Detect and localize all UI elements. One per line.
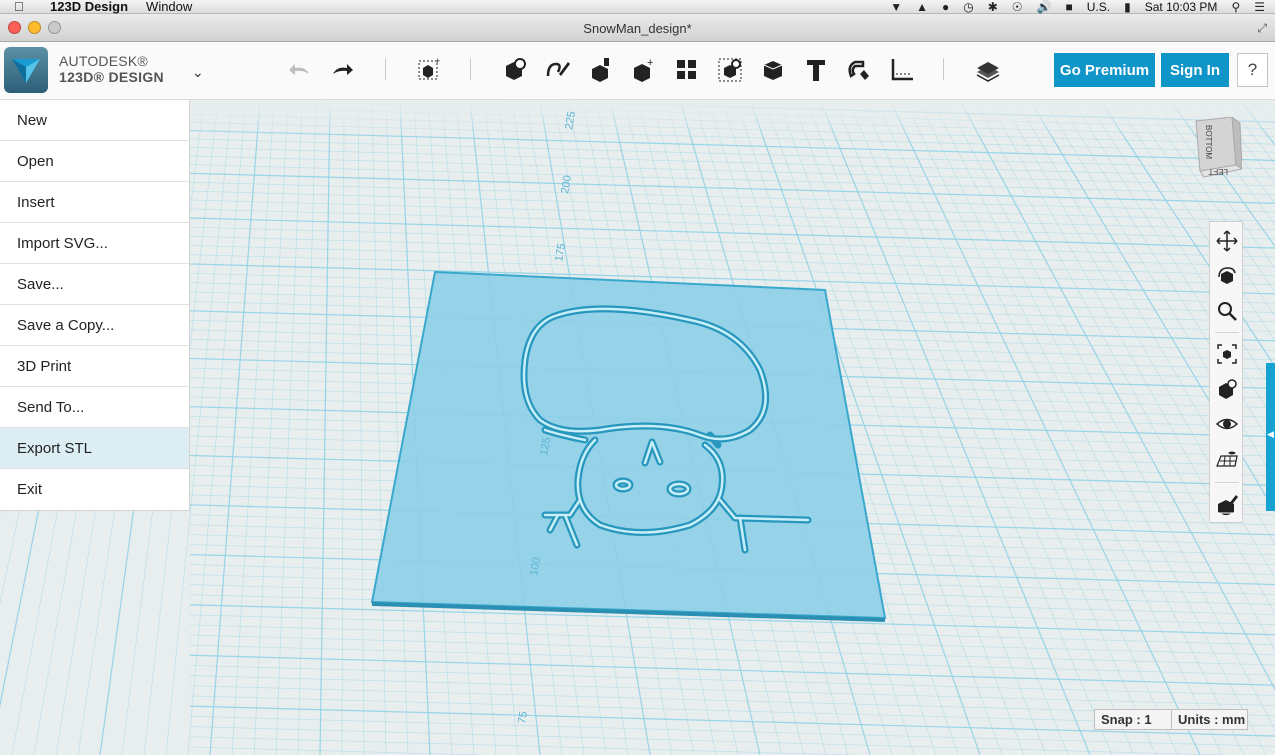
zoom-icon[interactable]	[1214, 298, 1240, 324]
navigation-bar	[1209, 221, 1243, 523]
menu-item-import-svg[interactable]: Import SVG...	[0, 223, 189, 264]
grid-label: 200	[559, 174, 574, 194]
sketch-icon[interactable]	[543, 55, 573, 85]
snap-setting[interactable]: Snap : 1	[1094, 709, 1172, 730]
spotlight-icon[interactable]: ⚲	[1231, 0, 1240, 14]
input-source[interactable]: U.S.	[1087, 0, 1110, 14]
view-cube-icon[interactable]	[1214, 376, 1240, 402]
fit-icon[interactable]	[1214, 341, 1240, 367]
combine-icon[interactable]	[758, 55, 788, 85]
flag-icon[interactable]: ■	[1066, 0, 1073, 14]
go-premium-button[interactable]: Go Premium	[1054, 53, 1155, 87]
grid-svg: 225 200 175 125 100 75	[0, 100, 1275, 755]
grid-label: 175	[553, 242, 568, 262]
toolbar-divider	[385, 58, 386, 80]
material-edit-icon[interactable]	[1214, 491, 1240, 517]
menu-window[interactable]: Window	[146, 0, 192, 14]
toolbar-divider	[943, 58, 944, 80]
chevron-down-icon[interactable]: ⌄	[192, 64, 204, 81]
status-area: ▼ ▲ ● ◷ ✱ ☉ 🔊 ■ U.S. ▮ Sat 10:03 PM ⚲ ☰	[890, 0, 1275, 14]
menu-item-export-stl[interactable]: Export STL	[0, 428, 189, 469]
menu-item-save-copy[interactable]: Save a Copy...	[0, 305, 189, 346]
file-menu: New Open Insert Import SVG... Save... Sa…	[0, 100, 190, 511]
viewcube-bottom-face[interactable]: BOTTOM	[1204, 125, 1213, 159]
app-toolbar: AUTODESK® 123D® DESIGN ⌄ + + Go Premium …	[0, 42, 1275, 100]
undo-icon[interactable]	[285, 55, 315, 85]
menu-item-save[interactable]: Save...	[0, 264, 189, 305]
snap-icon[interactable]	[844, 55, 874, 85]
redo-icon[interactable]	[327, 55, 357, 85]
grid-label: 75	[516, 710, 530, 724]
menu-item-exit[interactable]: Exit	[0, 469, 189, 510]
volume-icon[interactable]: 🔊	[1037, 0, 1052, 14]
text-icon[interactable]	[801, 55, 831, 85]
visibility-icon[interactable]	[1214, 411, 1240, 437]
chevron-left-icon: ◀	[1267, 429, 1274, 439]
units-setting[interactable]: Units : mm	[1171, 709, 1248, 730]
drive-icon[interactable]: ▲	[916, 0, 928, 14]
mac-menubar:  123D Design Window ▼ ▲ ● ◷ ✱ ☉ 🔊 ■ U.S…	[0, 0, 1275, 14]
modify-icon[interactable]: +	[629, 55, 659, 85]
notification-center-icon[interactable]: ☰	[1254, 0, 1265, 14]
toolbar-divider	[470, 58, 471, 80]
group-icon[interactable]	[715, 55, 745, 85]
orbit-icon[interactable]	[1214, 263, 1240, 289]
fullscreen-icon[interactable]: ⤢	[1257, 21, 1267, 36]
time-machine-icon[interactable]: ◷	[963, 0, 973, 14]
help-button[interactable]: ?	[1237, 53, 1268, 87]
menu-item-new[interactable]: New	[0, 100, 189, 141]
bluetooth-icon[interactable]: ✱	[988, 0, 998, 14]
primitives-icon[interactable]	[500, 55, 530, 85]
grid-icon[interactable]	[1214, 446, 1240, 472]
pan-icon[interactable]	[1214, 228, 1240, 254]
battery-icon[interactable]: ▮	[1124, 0, 1131, 14]
sync-icon[interactable]: ●	[942, 0, 949, 14]
side-panel-toggle[interactable]: ◀	[1266, 363, 1275, 511]
menu-item-send-to[interactable]: Send To...	[0, 387, 189, 428]
brand-autodesk: AUTODESK®	[59, 53, 148, 69]
window-title: SnowMan_design*	[583, 21, 692, 36]
svg-text:+: +	[647, 57, 653, 69]
wifi-icon[interactable]: ☉	[1012, 0, 1023, 14]
menu-item-3d-print[interactable]: 3D Print	[0, 346, 189, 387]
transform-icon[interactable]: +	[415, 55, 445, 85]
menu-item-open[interactable]: Open	[0, 141, 189, 182]
svg-text:+: +	[435, 56, 440, 66]
app-logo[interactable]	[4, 47, 48, 93]
view-cube[interactable]: BOTTOM LEFT	[1192, 115, 1244, 181]
menu-item-insert[interactable]: Insert	[0, 182, 189, 223]
window-titlebar: SnowMan_design* ⤢	[0, 14, 1275, 42]
pattern-icon[interactable]	[672, 55, 702, 85]
sign-in-button[interactable]: Sign In	[1161, 53, 1229, 87]
viewcube-left-face[interactable]: LEFT	[1208, 167, 1228, 176]
clock[interactable]: Sat 10:03 PM	[1145, 0, 1218, 14]
measure-icon[interactable]	[887, 55, 917, 85]
menu-app-name[interactable]: 123D Design	[50, 0, 128, 14]
sketch-plate[interactable]	[370, 270, 887, 620]
construct-icon[interactable]	[586, 55, 616, 85]
material-icon[interactable]	[973, 55, 1003, 85]
brand-product: 123D® DESIGN	[59, 69, 164, 85]
apple-icon[interactable]: 	[14, 0, 32, 14]
3d-viewport[interactable]: 225 200 175 125 100 75	[0, 100, 1275, 755]
notification-icon[interactable]: ▼	[890, 0, 902, 14]
app-window:  123D Design Window ▼ ▲ ● ◷ ✱ ☉ 🔊 ■ U.S…	[0, 0, 1275, 755]
